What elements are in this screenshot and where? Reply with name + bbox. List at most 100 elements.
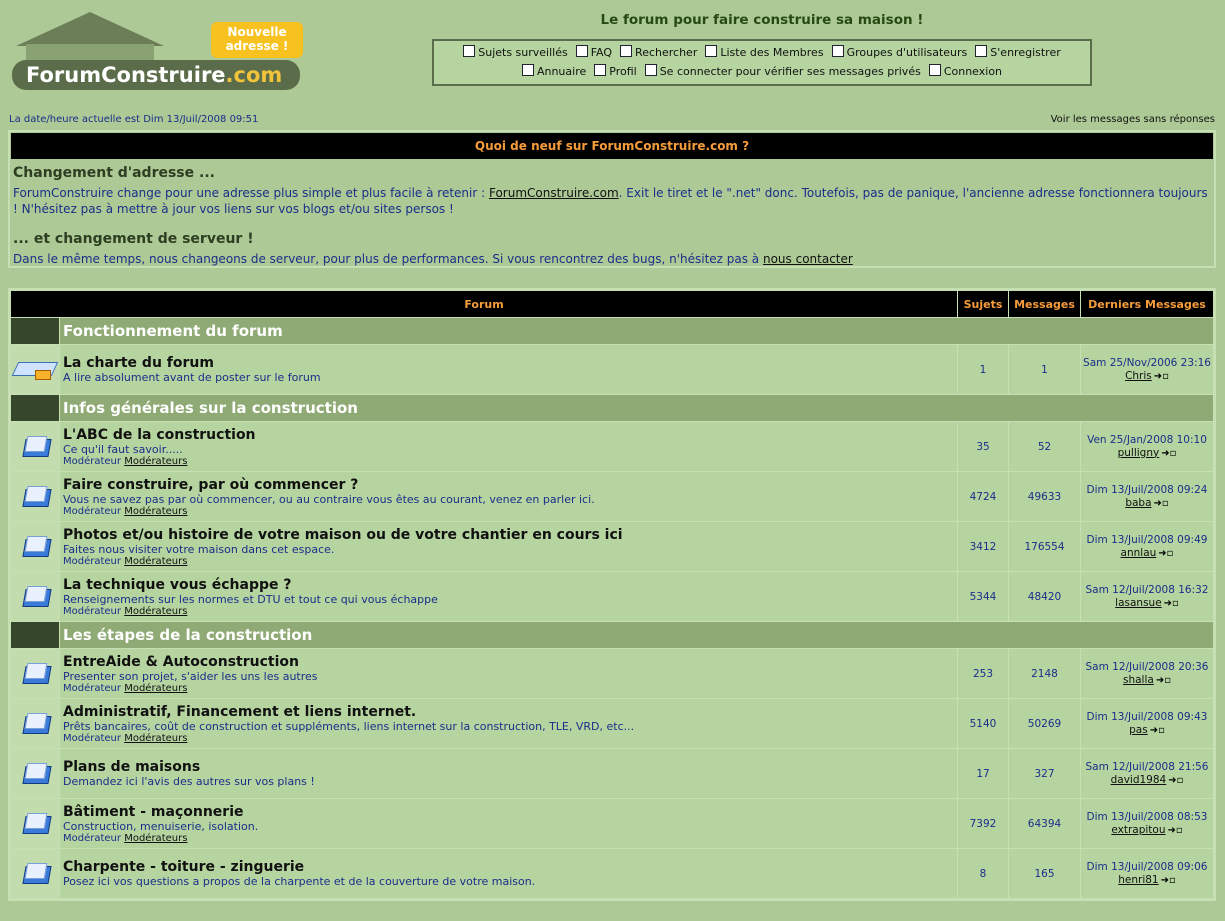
nav-row2-item-1[interactable]: Profil [594, 62, 637, 81]
goto-last-post-icon[interactable]: ➜▫ [1161, 447, 1176, 460]
last-post-user-link[interactable]: extrapitou [1111, 824, 1165, 836]
forum-last-post: Ven 25/Jan/2008 10:10 pulligny ➜▫ [1081, 422, 1213, 471]
folder-icon [22, 662, 52, 684]
folder-icon [22, 535, 52, 557]
news-text-server: Dans le même temps, nous changeons de se… [13, 252, 853, 266]
last-post-user-link[interactable]: shalla [1123, 674, 1154, 686]
forum-last-post: Dim 13/Juil/2008 09:49 annlau ➜▫ [1081, 522, 1213, 571]
groups-icon [831, 45, 844, 57]
moderators-link[interactable]: Modérateurs [124, 456, 187, 467]
nav-row2-item-3[interactable]: Connexion [928, 62, 1002, 81]
forum-info: Photos et/ou histoire de votre maison ou… [60, 522, 957, 571]
forum-title-link[interactable]: Bâtiment - maçonnerie [63, 804, 957, 820]
last-post-author: henri81 ➜▫ [1081, 874, 1213, 887]
forum-title-link[interactable]: L'ABC de la construction [63, 427, 957, 443]
folder-icon [22, 862, 52, 884]
last-post-user-link[interactable]: david1984 [1111, 774, 1167, 786]
goto-last-post-icon[interactable]: ➜▫ [1150, 724, 1165, 737]
category-marker [11, 395, 59, 421]
goto-last-post-icon[interactable]: ➜▫ [1161, 874, 1176, 887]
forum-row: EntreAide & Autoconstruction Presenter so… [11, 649, 1213, 698]
last-post-user-link[interactable]: pulligny [1118, 447, 1160, 459]
last-post-user-link[interactable]: Chris [1125, 370, 1152, 382]
unanswered-posts-link[interactable]: Voir les messages sans réponses [1051, 114, 1215, 125]
nav-row1-item-1[interactable]: FAQ [575, 43, 613, 62]
faq-icon [575, 45, 588, 57]
category-name[interactable]: Les étapes de la construction [60, 622, 1213, 648]
last-post-user-link[interactable]: baba [1125, 497, 1151, 509]
nav-row2-item-0[interactable]: Annuaire [521, 62, 586, 81]
moderators-link[interactable]: Modérateurs [124, 506, 187, 517]
forum-description: Ce qu'il faut savoir..... [63, 442, 183, 456]
forum-title-link[interactable]: Plans de maisons [63, 759, 957, 775]
contact-link[interactable]: nous contacter [763, 252, 853, 266]
forum-description: Vous ne savez pas par où commencer, ou a… [63, 492, 595, 506]
goto-last-post-icon[interactable]: ➜▫ [1154, 497, 1169, 510]
forum-post-count: 165 [1009, 849, 1080, 898]
new-address-link[interactable]: ForumConstruire.com [489, 186, 619, 200]
forum-description: Prêts bancaires, coût de construction et… [63, 719, 635, 733]
forum-title-link[interactable]: Photos et/ou histoire de votre maison ou… [63, 527, 957, 543]
directory-icon [521, 64, 534, 76]
last-post-user-link[interactable]: pas [1129, 724, 1148, 736]
nav-row-1: Sujets surveillés FAQ Rechercher Liste des … [434, 43, 1090, 62]
goto-last-post-icon[interactable]: ➜▫ [1164, 597, 1179, 610]
nav-row1-item-2[interactable]: Rechercher [620, 43, 697, 62]
forum-title-link[interactable]: La charte du forum [63, 355, 957, 371]
nav-row2-item-2[interactable]: Se connecter pour vérifier ses messages … [644, 62, 921, 81]
forum-icon-cell [11, 749, 59, 798]
category-name[interactable]: Infos générales sur la construction [60, 395, 1213, 421]
nav-row-2: Annuaire Profil Se connecter pour vérifier… [434, 62, 1090, 81]
profile-icon [594, 64, 607, 76]
folder-icon [22, 762, 52, 784]
forum-post-count: 64394 [1009, 799, 1080, 848]
forum-last-post: Dim 13/Juil/2008 09:43 pas ➜▫ [1081, 699, 1213, 748]
nav-label: FAQ [590, 46, 613, 59]
forum-info: EntreAide & Autoconstruction Presenter so… [60, 649, 957, 698]
forum-moderators: Modérateur Modérateurs [63, 682, 188, 694]
moderators-link[interactable]: Modérateurs [124, 606, 187, 617]
moderators-link[interactable]: Modérateurs [124, 556, 187, 567]
forum-icon-cell [11, 472, 59, 521]
forum-icon-cell [11, 849, 59, 898]
forum-title-link[interactable]: La technique vous échappe ? [63, 577, 957, 593]
forum-title-link[interactable]: Charpente - toiture - zinguerie [63, 859, 957, 875]
login-icon [928, 64, 941, 76]
nav-row1-item-3[interactable]: Liste des Membres [705, 43, 824, 62]
forum-last-post: Dim 13/Juil/2008 09:24 baba ➜▫ [1081, 472, 1213, 521]
folder-icon [22, 435, 52, 457]
forum-description: Demandez ici l'avis des autres sur vos p… [63, 775, 315, 788]
nav-row1-item-5[interactable]: S'enregistrer [975, 43, 1061, 62]
moderators-link[interactable]: Modérateurs [124, 683, 187, 694]
news-text-address: ForumConstruire change pour une adresse … [13, 186, 1208, 216]
last-post-user-link[interactable]: lasansue [1115, 597, 1162, 609]
goto-last-post-icon[interactable]: ➜▫ [1168, 774, 1183, 787]
moderators-link[interactable]: Modérateurs [124, 733, 187, 744]
category-name[interactable]: Fonctionnement du forum [60, 318, 1213, 344]
nav-row1-item-4[interactable]: Groupes d'utilisateurs [831, 43, 967, 62]
nav-row1-item-0[interactable]: Sujets surveillés [463, 43, 568, 62]
moderators-link[interactable]: Modérateurs [124, 833, 187, 844]
open-book-icon [11, 356, 59, 380]
forum-moderators: Modérateur Modérateurs [63, 605, 188, 617]
goto-last-post-icon[interactable]: ➜▫ [1167, 824, 1182, 837]
category-row: Les étapes de la construction [11, 622, 1213, 648]
folder-icon [22, 712, 52, 734]
forum-moderators: Modérateur Modérateurs [63, 455, 188, 467]
goto-last-post-icon[interactable]: ➜▫ [1154, 370, 1169, 383]
forum-title-link[interactable]: Administratif, Financement et liens inte… [63, 704, 957, 720]
goto-last-post-icon[interactable]: ➜▫ [1156, 674, 1171, 687]
last-post-author: extrapitou ➜▫ [1081, 824, 1213, 837]
col-forum: Forum [11, 291, 957, 317]
last-post-user-link[interactable]: henri81 [1118, 874, 1158, 886]
forum-row: Administratif, Financement et liens inte… [11, 699, 1213, 748]
site-logo[interactable]: ForumConstruire.com Nouvelle adresse ! [8, 10, 303, 94]
site-slogan: Le forum pour faire construire sa maison… [600, 12, 924, 28]
forum-title-link[interactable]: EntreAide & Autoconstruction [63, 654, 957, 670]
goto-last-post-icon[interactable]: ➜▫ [1158, 547, 1173, 560]
news-heading-server: ... et changement de serveur ! [13, 231, 254, 247]
category-row: Fonctionnement du forum [11, 318, 1213, 344]
forum-info: Administratif, Financement et liens inte… [60, 699, 957, 748]
last-post-user-link[interactable]: annlau [1121, 547, 1157, 559]
forum-title-link[interactable]: Faire construire, par où commencer ? [63, 477, 957, 493]
